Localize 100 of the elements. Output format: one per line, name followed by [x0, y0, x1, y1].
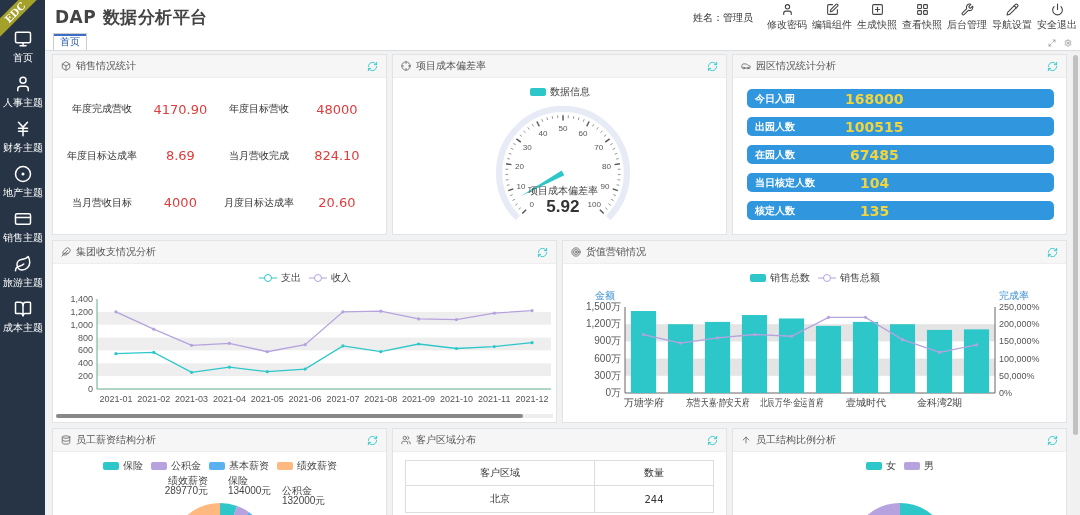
legend-item: 销售总额 [817, 271, 880, 285]
toolbar-button[interactable]: 查看快照 [901, 3, 943, 32]
x-tick-label: 2021-07 [325, 394, 359, 404]
y-axis-title: 完成率 [998, 290, 1029, 301]
y-tick-label: 0% [998, 388, 1012, 398]
x-tick-label: 2021-08 [363, 394, 397, 404]
monitor-icon [13, 30, 32, 48]
slice-label: 绩效薪资 289770元 [164, 475, 208, 496]
sidebar-item[interactable]: 旅游主题 [0, 253, 45, 292]
refresh-icon[interactable] [1047, 434, 1058, 446]
data-point [265, 370, 269, 374]
settings-icon[interactable] [1064, 38, 1072, 47]
stat-value: 4170.90 [152, 101, 209, 117]
gauge-tick-label: 70 [594, 142, 604, 152]
stat-value: 48000 [315, 101, 359, 117]
cube-icon [61, 61, 71, 71]
refresh-icon[interactable] [537, 246, 548, 258]
legend-item: 收入 [308, 271, 351, 285]
y-tick-label: 1,500万 [585, 301, 621, 312]
leaf-icon [13, 255, 32, 273]
stat-label: 核定人数 [755, 203, 796, 218]
data-point [151, 327, 155, 331]
bar [815, 325, 841, 393]
x-tick-label: 2021-02 [136, 394, 170, 404]
toolbar-button[interactable]: 后台管理 [946, 3, 988, 32]
y-tick-label: 1,200万 [585, 318, 621, 330]
bar [963, 329, 989, 393]
data-point [530, 341, 534, 345]
x-tick-label: 金科湾2期 [916, 397, 962, 408]
sidebar-item[interactable]: 销售主题 [0, 208, 45, 247]
sidebar-item[interactable]: 人事主题 [0, 73, 45, 112]
x-tick-label: 东营天嘉·静安天府 [685, 396, 749, 409]
refresh-icon[interactable] [1047, 60, 1058, 72]
gauge-tick-label: 0 [529, 199, 535, 209]
data-point [789, 334, 793, 338]
sidebar-item[interactable]: 成本主题 [0, 298, 45, 337]
app-title: DAP 数据分析平台 [55, 6, 209, 29]
y-tick-label: 300万 [593, 369, 621, 381]
y-tick-label: 0 [87, 384, 93, 394]
refresh-icon[interactable] [707, 60, 718, 72]
x-tick-label: 2021-11 [477, 394, 510, 404]
sidebar-item[interactable]: 首页 [0, 28, 45, 67]
expand-icon[interactable] [1048, 38, 1056, 47]
stat-value: 8.69 [164, 148, 196, 164]
panel-title: 集团收支情况分析 [76, 245, 157, 259]
data-point [340, 344, 344, 348]
wrench-icon [960, 3, 974, 16]
y-tick-label: 1,200 [69, 306, 93, 317]
y-tick-label: 600万 [593, 352, 621, 364]
panel-title: 员工薪资结构分析 [76, 433, 157, 447]
stat-value: 104 [860, 174, 890, 191]
stat-label: 当月营收完成 [227, 149, 290, 163]
refresh-icon[interactable] [367, 434, 378, 446]
stat-value: 4000 [162, 195, 198, 211]
panel-title: 项目成本偏差率 [416, 59, 487, 73]
user-name: 姓名：管理员 [693, 10, 753, 25]
data-point [151, 350, 155, 354]
y-tick-label: 200,000% [998, 319, 1040, 330]
x-tick-label: 2021-10 [439, 394, 473, 404]
legend-item: 销售总数 [749, 271, 810, 285]
x-tick-label: 2021-12 [515, 394, 549, 404]
pie-chart-drawing [867, 503, 932, 515]
arrow-up-icon [741, 435, 751, 445]
toolbar-button[interactable]: 导航设置 [991, 3, 1033, 32]
x-tick-label: 2021-03 [174, 394, 208, 404]
user-icon [780, 3, 794, 16]
stat-label: 出园人数 [755, 119, 796, 134]
sidebar-item[interactable]: 财务主题 [0, 118, 45, 157]
gauge-tick-label: 80 [602, 161, 612, 171]
refresh-icon[interactable] [707, 434, 718, 446]
stat-value: 20.60 [317, 195, 357, 211]
toolbar-button[interactable]: 编辑组件 [811, 3, 853, 32]
bar [889, 324, 915, 393]
toolbar-button[interactable]: 安全退出 [1036, 3, 1078, 32]
y-tick-label: 0万 [604, 387, 621, 398]
bar [852, 321, 878, 393]
toolbar-button[interactable]: 修改密码 [766, 3, 808, 32]
data-point [303, 343, 307, 347]
horizontal-scrollbar[interactable] [56, 414, 553, 418]
refresh-icon[interactable] [1047, 246, 1058, 258]
legend-swatch [529, 88, 546, 96]
legend-item: 保险 [102, 459, 143, 473]
gauge-tick-label: 20 [514, 161, 524, 171]
pie-chart-drawing [187, 503, 252, 515]
tab[interactable]: 首页 [53, 33, 87, 50]
y-tick-label: 250,000% [998, 302, 1040, 312]
data-point [416, 342, 420, 346]
refresh-icon[interactable] [367, 60, 378, 72]
sidebar-item[interactable]: 地产主题 [0, 163, 45, 202]
legend-item: 数据信息 [529, 85, 590, 99]
data-point [715, 336, 719, 340]
table-cell: 244 [594, 485, 714, 513]
x-tick-label: 2021-09 [401, 394, 435, 404]
data-point [227, 365, 231, 369]
bar [704, 321, 730, 393]
pencil-icon [1005, 3, 1019, 16]
panel-title: 员工结构比例分析 [756, 433, 837, 447]
power-icon [1050, 3, 1064, 16]
toolbar-button[interactable]: 生成快照 [856, 3, 898, 32]
gauge-tick-label: 60 [578, 129, 588, 139]
